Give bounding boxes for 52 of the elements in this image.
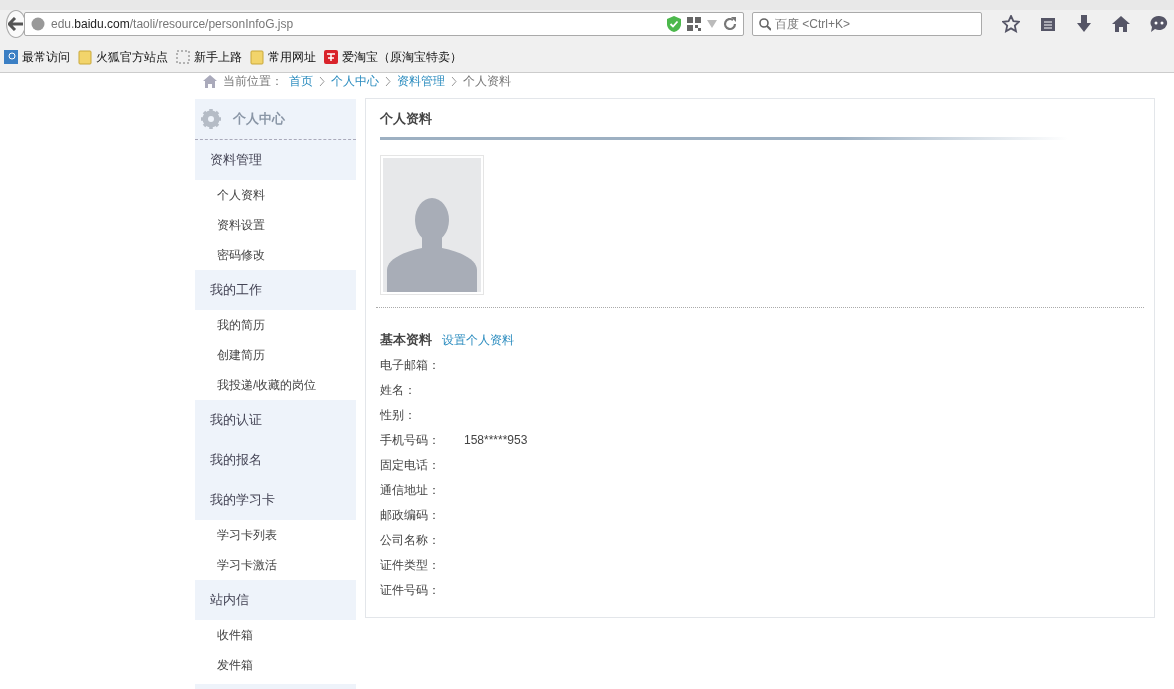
- sidebar-section[interactable]: 资料管理: [195, 140, 356, 180]
- qr-code-icon: [687, 17, 701, 31]
- breadcrumb-link[interactable]: 首页: [289, 72, 313, 90]
- sidebar-section[interactable]: 我的认证: [195, 400, 356, 440]
- search-bar[interactable]: 百度 <Ctrl+K>: [752, 12, 982, 36]
- field-label: 手机号码：: [380, 431, 441, 449]
- field-label: 固定电话：: [380, 456, 441, 474]
- sidebar-title: 个人中心: [233, 110, 285, 129]
- sidebar-section[interactable]: 我的报名: [195, 440, 356, 480]
- section-title: 基本资料: [380, 330, 432, 349]
- star-icon[interactable]: [1002, 13, 1020, 35]
- breadcrumb-link[interactable]: 资料管理: [397, 72, 445, 90]
- breadcrumb-link[interactable]: 个人中心: [331, 72, 379, 90]
- back-button[interactable]: [6, 10, 26, 38]
- sidebar-section[interactable]: 我的学习卡: [195, 480, 356, 520]
- chevron-icon: [385, 76, 391, 86]
- breadcrumb-label: 当前位置：: [223, 73, 283, 90]
- folder-icon: [78, 49, 92, 65]
- field-label: 邮政编码：: [380, 506, 441, 524]
- bookmark[interactable]: 新手上路: [176, 48, 242, 66]
- field-label: 电子邮箱：: [380, 356, 441, 374]
- breadcrumb-current: 个人资料: [463, 73, 511, 90]
- field-label: 姓名：: [380, 381, 417, 399]
- panel-title: 个人资料: [379, 110, 433, 128]
- shop-logo-icon: [324, 49, 338, 65]
- dashed-square-icon: [176, 49, 190, 65]
- search-page-icon: [4, 49, 18, 65]
- folder-icon: [250, 49, 264, 65]
- home-icon[interactable]: [1112, 13, 1130, 35]
- sidebar-section[interactable]: 站内信: [195, 580, 356, 620]
- reload-icon[interactable]: [723, 17, 737, 31]
- search-icon: [759, 17, 772, 31]
- bookmark[interactable]: 爱淘宝（原淘宝特卖）: [324, 48, 462, 66]
- field-value: 158*****953: [464, 431, 528, 449]
- chevron-icon: [319, 76, 325, 86]
- field-label: 性别：: [380, 406, 417, 424]
- address-bar[interactable]: edu.baidu.com/taoli/resource/personInfoG.jsp: [24, 12, 744, 36]
- bookmark[interactable]: 常用网址: [250, 48, 316, 66]
- field-label: 通信地址：: [380, 481, 441, 499]
- chat-icon[interactable]: [1150, 13, 1168, 35]
- sidebar-section[interactable]: 我的工作: [195, 270, 356, 310]
- field-label: 证件号码：: [380, 581, 441, 599]
- field-label: 公司名称：: [380, 531, 441, 549]
- edit-profile-link[interactable]: 设置个人资料: [442, 330, 514, 349]
- chevron-icon: [451, 76, 457, 86]
- field-label: 证件类型：: [380, 556, 441, 574]
- gear-icon: [201, 109, 221, 129]
- bookmark[interactable]: 最常访问: [4, 48, 70, 66]
- shield-check-icon: [667, 16, 681, 32]
- url-text: edu.baidu.com/taoli/resource/personInfoG.jsp: [51, 16, 295, 33]
- home-icon: [203, 74, 217, 88]
- bookmark[interactable]: 火狐官方站点: [78, 48, 168, 66]
